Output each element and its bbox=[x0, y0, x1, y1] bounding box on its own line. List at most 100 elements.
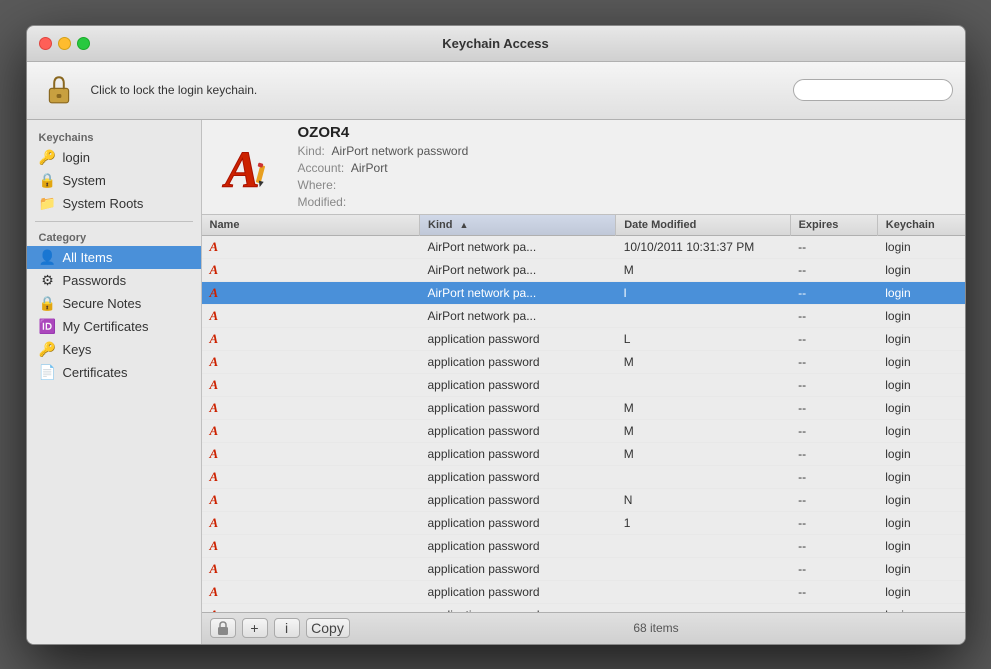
item-where-row: Where: bbox=[298, 178, 469, 192]
cell-kind: application password bbox=[420, 580, 616, 603]
item-details: OZOR4 Kind: AirPort network password Acc… bbox=[298, 124, 469, 209]
maximize-button[interactable] bbox=[77, 37, 90, 50]
sidebar-item-passwords[interactable]: ⚙ Passwords bbox=[27, 269, 201, 292]
table-row[interactable]: Aapplication passwordM--login bbox=[202, 396, 965, 419]
copy-button[interactable]: Copy bbox=[306, 618, 350, 638]
cell-kind: application password bbox=[420, 465, 616, 488]
cell-name: A bbox=[202, 466, 402, 488]
table-row[interactable]: Aapplication password--login bbox=[202, 603, 965, 612]
cell-kind: application password bbox=[420, 350, 616, 373]
lock-statusbar-button[interactable] bbox=[210, 618, 236, 638]
search-input[interactable] bbox=[793, 79, 953, 101]
cell-expires: -- bbox=[790, 304, 877, 327]
sidebar-item-login[interactable]: 🔑 login bbox=[27, 146, 201, 169]
cell-date: l bbox=[616, 281, 790, 304]
cell-expires: -- bbox=[790, 557, 877, 580]
table-row[interactable]: Aapplication password --login bbox=[202, 465, 965, 488]
cell-keychain: login bbox=[877, 580, 964, 603]
cell-keychain: login bbox=[877, 557, 964, 580]
sidebar-item-my-certificates[interactable]: 🆔 My Certificates bbox=[27, 315, 201, 338]
cell-expires: -- bbox=[790, 488, 877, 511]
passwords-icon: ⚙ bbox=[39, 272, 57, 289]
table-row[interactable]: AAirPort network pa...l--login bbox=[202, 281, 965, 304]
certificates-icon: 📄 bbox=[39, 364, 57, 381]
sidebar-item-certificates[interactable]: 📄 Certificates bbox=[27, 361, 201, 384]
table-row[interactable]: Aapplication password--login bbox=[202, 580, 965, 603]
table-row[interactable]: Aapplication password--login bbox=[202, 557, 965, 580]
search-container: 🔍 bbox=[793, 79, 953, 101]
col-header-date[interactable]: Date Modified bbox=[616, 215, 790, 236]
cell-keychain: login bbox=[877, 603, 964, 612]
sidebar-item-all-items[interactable]: 👤 All Items bbox=[27, 246, 201, 269]
cell-expires: -- bbox=[790, 465, 877, 488]
content-area: A OZOR4 Kind: AirPort network password bbox=[202, 120, 965, 644]
minimize-button[interactable] bbox=[58, 37, 71, 50]
table-row[interactable]: Aapplication passwordM--login bbox=[202, 419, 965, 442]
sidebar-divider bbox=[35, 221, 193, 222]
cell-name: A bbox=[202, 397, 402, 419]
account-value: AirPort bbox=[351, 161, 388, 175]
cell-name: A bbox=[202, 558, 402, 580]
cell-expires: -- bbox=[790, 419, 877, 442]
close-button[interactable] bbox=[39, 37, 52, 50]
window-title: Keychain Access bbox=[442, 36, 548, 51]
cell-keychain: login bbox=[877, 327, 964, 350]
cell-name: A bbox=[202, 581, 402, 603]
keys-icon: 🔑 bbox=[39, 341, 57, 358]
col-header-name[interactable]: Name bbox=[202, 215, 420, 236]
cell-date: M bbox=[616, 396, 790, 419]
add-button[interactable]: + bbox=[242, 618, 268, 638]
table-container[interactable]: Name Kind ▲ Date Modified Expires bbox=[202, 215, 965, 612]
cell-name: A bbox=[202, 512, 402, 534]
cell-name: A bbox=[202, 282, 402, 304]
cell-name: A bbox=[202, 604, 402, 612]
traffic-lights bbox=[39, 37, 90, 50]
cell-date: M bbox=[616, 258, 790, 281]
table-row[interactable]: AAirPort network pa...--login bbox=[202, 304, 965, 327]
sidebar-item-keys[interactable]: 🔑 Keys bbox=[27, 338, 201, 361]
kind-value: AirPort network password bbox=[332, 144, 469, 158]
cell-name: A bbox=[202, 351, 402, 373]
item-count: 68 items bbox=[356, 621, 957, 635]
table-row[interactable]: Aapplication passwordL--login bbox=[202, 327, 965, 350]
sidebar-item-secure-notes[interactable]: 🔒 Secure Notes bbox=[27, 292, 201, 315]
row-app-icon: A bbox=[210, 262, 219, 278]
table-row[interactable]: AAirPort network pa...M--login bbox=[202, 258, 965, 281]
sidebar-item-system[interactable]: 🔒 System bbox=[27, 169, 201, 192]
table-row[interactable]: Aapplication passwordM--login bbox=[202, 350, 965, 373]
sidebar-item-system-roots[interactable]: 📁 System Roots bbox=[27, 192, 201, 215]
row-app-icon: A bbox=[210, 538, 219, 554]
table-row[interactable]: Aapplication password--login bbox=[202, 373, 965, 396]
cell-name: A bbox=[202, 535, 402, 557]
cell-name: A bbox=[202, 443, 402, 465]
table-row[interactable]: Aapplication passwordN--login bbox=[202, 488, 965, 511]
row-app-icon: A bbox=[210, 377, 219, 393]
cell-kind: application password bbox=[420, 327, 616, 350]
login-icon: 🔑 bbox=[39, 149, 57, 166]
cell-kind: application password bbox=[420, 488, 616, 511]
cell-keychain: login bbox=[877, 258, 964, 281]
cell-name: A bbox=[202, 328, 402, 350]
cell-name: A bbox=[202, 259, 402, 281]
main-window: Keychain Access Click to lock the login … bbox=[26, 25, 966, 645]
table-row[interactable]: Aapplication passwordM--login bbox=[202, 442, 965, 465]
cell-keychain: login bbox=[877, 465, 964, 488]
table-row[interactable]: AAirPort network pa...10/10/2011 10:31:3… bbox=[202, 235, 965, 258]
table-body: AAirPort network pa...10/10/2011 10:31:3… bbox=[202, 235, 965, 612]
col-header-expires[interactable]: Expires bbox=[790, 215, 877, 236]
cell-date bbox=[616, 534, 790, 557]
col-header-kind[interactable]: Kind ▲ bbox=[420, 215, 616, 236]
cell-kind: AirPort network pa... bbox=[420, 235, 616, 258]
account-label: Account: bbox=[298, 161, 345, 175]
cell-date bbox=[616, 465, 790, 488]
cell-expires: -- bbox=[790, 235, 877, 258]
cell-kind: application password bbox=[420, 373, 616, 396]
cell-keychain: login bbox=[877, 235, 964, 258]
info-button[interactable]: i bbox=[274, 618, 300, 638]
cell-name: A bbox=[202, 305, 402, 327]
table-row[interactable]: Aapplication password1--login bbox=[202, 511, 965, 534]
col-header-keychain[interactable]: Keychain bbox=[877, 215, 964, 236]
lock-button[interactable] bbox=[39, 70, 79, 110]
table-row[interactable]: Aapplication password--login bbox=[202, 534, 965, 557]
cell-expires: -- bbox=[790, 442, 877, 465]
